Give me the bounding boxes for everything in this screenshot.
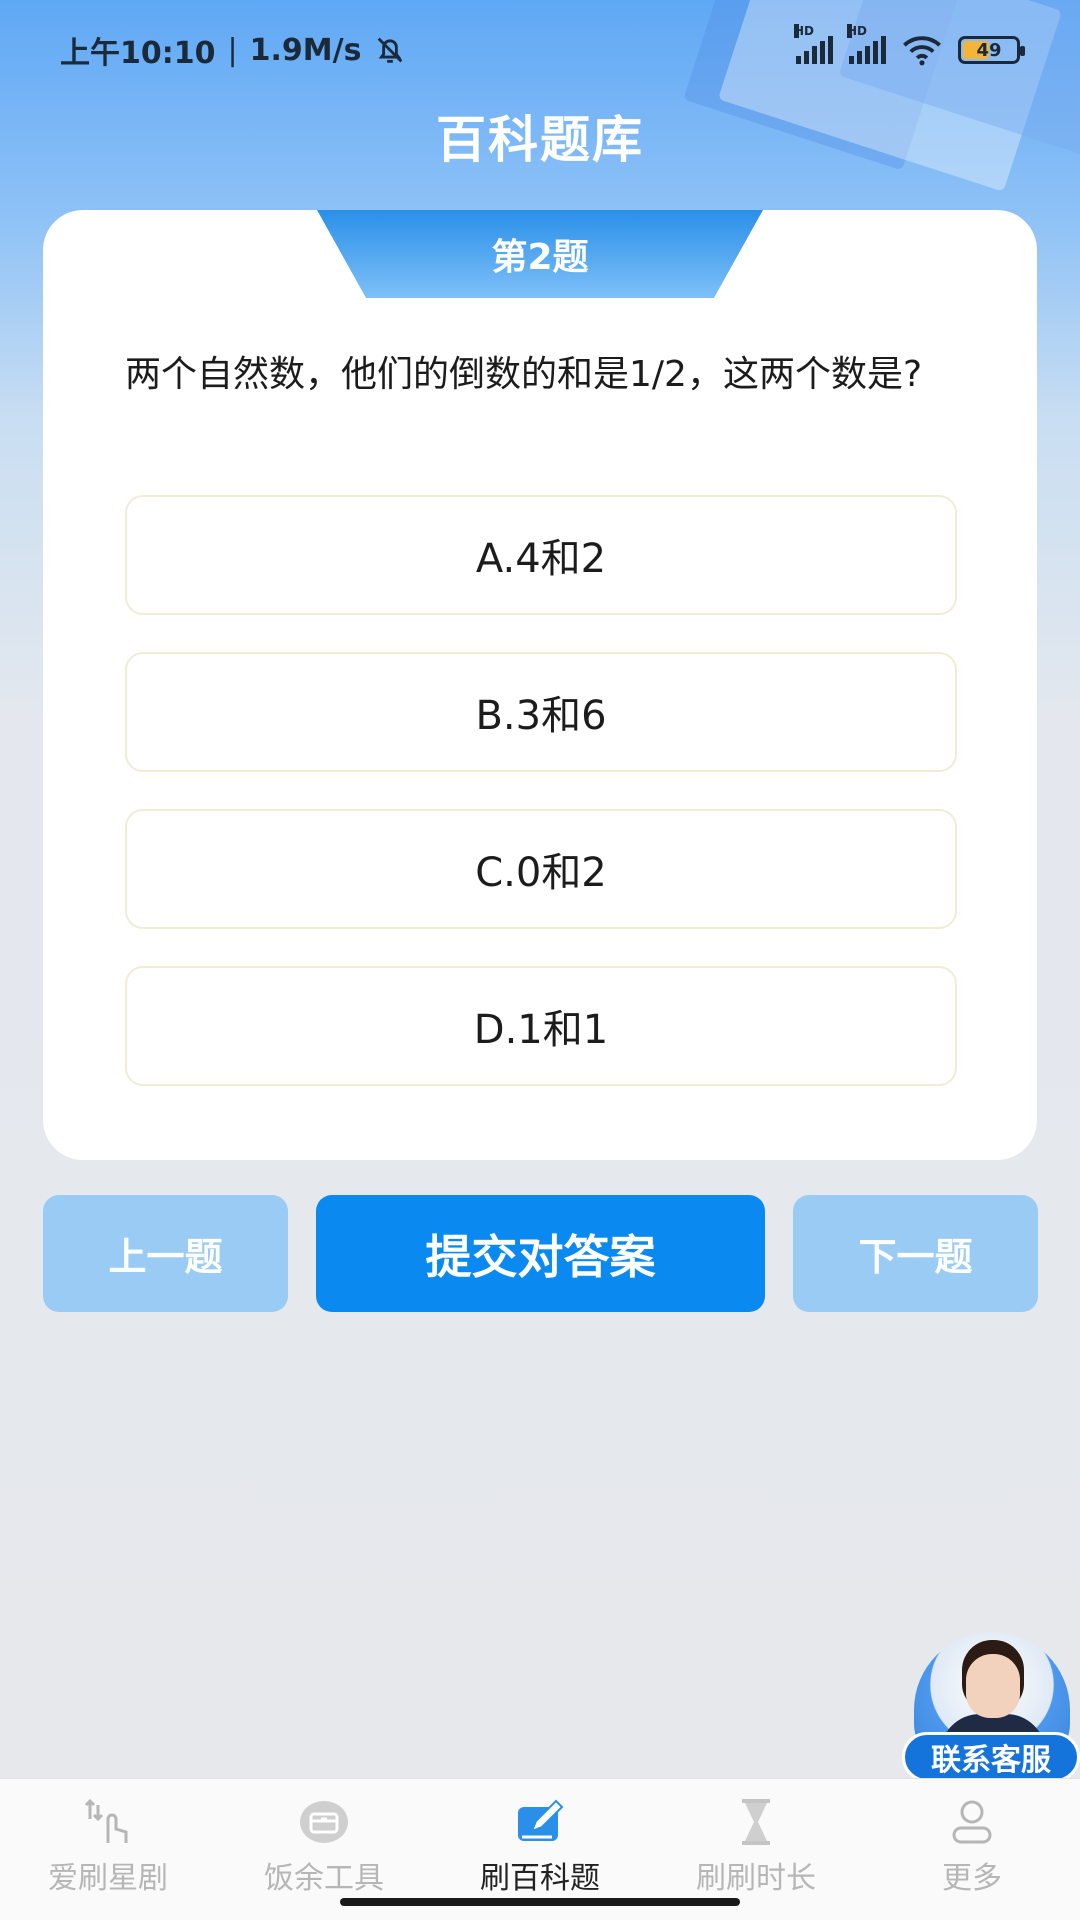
question-card: 第2题 两个自然数，他们的倒数的和是1/2，这两个数是? A.4和2 B.3和6… xyxy=(43,210,1037,1160)
prev-question-button[interactable]: 上一题 xyxy=(43,1195,288,1312)
option-b[interactable]: B.3和6 xyxy=(125,652,957,772)
nav-item-label: 爱刷星剧 xyxy=(48,1861,168,1896)
next-question-button[interactable]: 下一题 xyxy=(793,1195,1038,1312)
status-time: 上午10:10 xyxy=(60,36,216,71)
status-bar: 上午10:10 | 1.9M/s HD HD 49 xyxy=(0,0,1080,100)
question-number: 第2题 xyxy=(491,237,589,278)
contact-support-button[interactable]: 联系客服 xyxy=(902,1632,1080,1782)
option-label: C.0和2 xyxy=(475,850,607,896)
page-title: 百科题库 xyxy=(436,111,644,169)
mute-bell-icon xyxy=(378,37,403,63)
home-indicator[interactable] xyxy=(340,1898,740,1906)
nav-item-drama[interactable]: 爱刷星剧 xyxy=(0,1779,216,1920)
option-c[interactable]: C.0和2 xyxy=(125,809,957,929)
option-d[interactable]: D.1和1 xyxy=(125,966,957,1086)
option-label: B.3和6 xyxy=(475,693,607,739)
option-label: D.1和1 xyxy=(473,1007,609,1053)
nav-item-label: 刷百科题 xyxy=(480,1861,600,1896)
nav-item-more[interactable]: 更多 xyxy=(864,1779,1080,1920)
question-number-tab: 第2题 xyxy=(317,210,763,298)
contact-support-label: 联系客服 xyxy=(902,1732,1080,1782)
user-icon xyxy=(952,1800,992,1844)
touch-icon xyxy=(84,1798,128,1843)
question-text: 两个自然数，他们的倒数的和是1/2，这两个数是? xyxy=(125,354,923,395)
battery-level: 49 xyxy=(976,39,1002,61)
option-label: A.4和2 xyxy=(475,536,607,582)
edit-icon xyxy=(518,1799,564,1841)
signal-icon: HD xyxy=(794,24,833,64)
toolbox-icon xyxy=(300,1801,348,1843)
signal-icon: HD xyxy=(847,24,886,64)
option-a[interactable]: A.4和2 xyxy=(125,495,957,615)
status-divider: | xyxy=(227,32,238,68)
hourglass-icon xyxy=(742,1799,770,1845)
network-speed: 1.9M/s xyxy=(249,32,362,68)
nav-item-label: 刷刷时长 xyxy=(696,1861,816,1896)
submit-answer-button[interactable]: 提交对答案 xyxy=(316,1195,765,1312)
nav-item-label: 饭余工具 xyxy=(264,1861,384,1896)
battery-icon: 49 xyxy=(958,36,1025,64)
nav-item-label: 更多 xyxy=(942,1861,1002,1896)
wifi-icon xyxy=(903,36,941,66)
